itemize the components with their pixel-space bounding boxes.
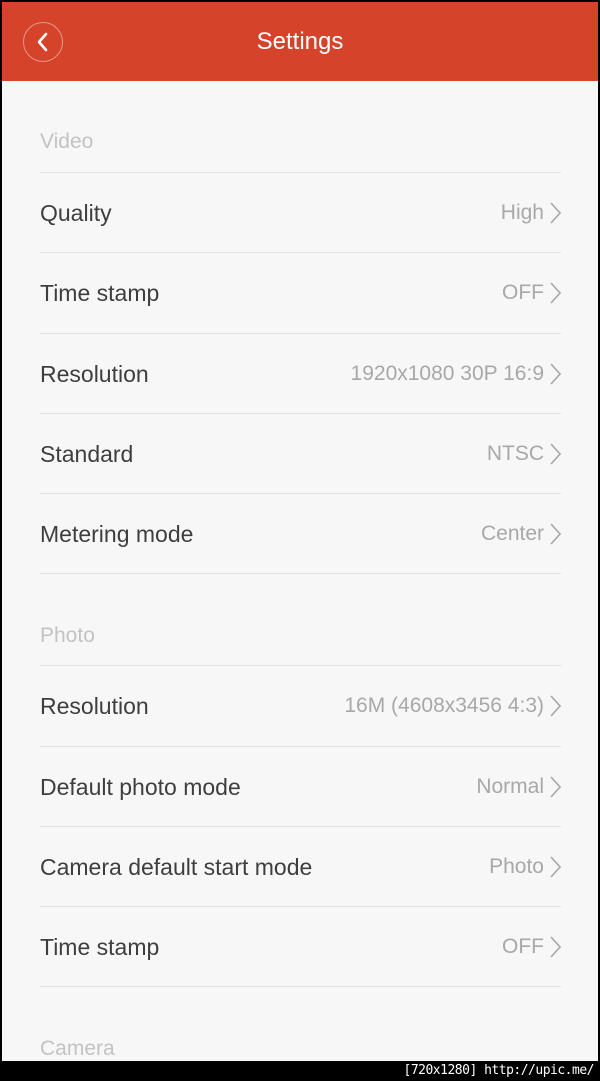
setting-label: Time stamp [40, 280, 160, 306]
setting-row-photo-resolution[interactable]: Resolution 16M (4608x3456 4:3) [40, 666, 561, 745]
setting-label: Metering mode [40, 521, 194, 547]
chevron-right-icon [550, 694, 561, 717]
divider [40, 573, 561, 574]
chevron-right-icon [550, 775, 561, 798]
setting-value: Photo [489, 854, 544, 878]
setting-label: Resolution [40, 361, 149, 387]
settings-screen: Settings Video Quality High Time stamp O… [2, 2, 598, 1061]
setting-value: OFF [502, 934, 544, 958]
setting-label: Default photo mode [40, 774, 241, 800]
page-title: Settings [256, 28, 344, 55]
chevron-right-icon [550, 201, 561, 224]
setting-row-video-resolution[interactable]: Resolution 1920x1080 30P 16:9 [40, 334, 561, 413]
setting-value: NTSC [486, 441, 544, 465]
section-header-camera: Camera [40, 1037, 115, 1060]
chevron-right-icon [550, 935, 561, 958]
setting-value: 1920x1080 30P 16:9 [350, 361, 544, 385]
chevron-right-icon [550, 522, 561, 545]
setting-row-video-quality[interactable]: Quality High [40, 173, 561, 252]
setting-row-video-metering-mode[interactable]: Metering mode Center [40, 494, 561, 573]
setting-value: OFF [502, 280, 544, 304]
setting-label: Quality [40, 200, 112, 226]
setting-row-camera-default-start-mode[interactable]: Camera default start mode Photo [40, 827, 561, 906]
setting-value: Center [480, 521, 544, 545]
setting-value: High [500, 200, 544, 224]
setting-value: 16M (4608x3456 4:3) [344, 693, 544, 717]
setting-label: Camera default start mode [40, 854, 313, 880]
setting-row-video-time-stamp[interactable]: Time stamp OFF [40, 253, 561, 332]
chevron-right-icon [550, 442, 561, 465]
divider [40, 986, 561, 987]
setting-row-photo-default-mode[interactable]: Default photo mode Normal [40, 747, 561, 826]
chevron-right-icon [550, 281, 561, 304]
setting-row-photo-time-stamp[interactable]: Time stamp OFF [40, 907, 561, 986]
section-header-photo: Photo [40, 624, 95, 647]
chevron-right-icon [550, 855, 561, 878]
setting-label: Time stamp [40, 934, 160, 960]
setting-value: Normal [476, 774, 544, 798]
app-header: Settings [2, 2, 598, 81]
chevron-right-icon [550, 362, 561, 385]
setting-row-video-standard[interactable]: Standard NTSC [40, 414, 561, 493]
section-header-video: Video [40, 130, 94, 153]
watermark-text: [720x1280] http://upic.me/ [403, 1063, 595, 1078]
setting-label: Standard [40, 441, 134, 467]
setting-label: Resolution [40, 693, 149, 719]
